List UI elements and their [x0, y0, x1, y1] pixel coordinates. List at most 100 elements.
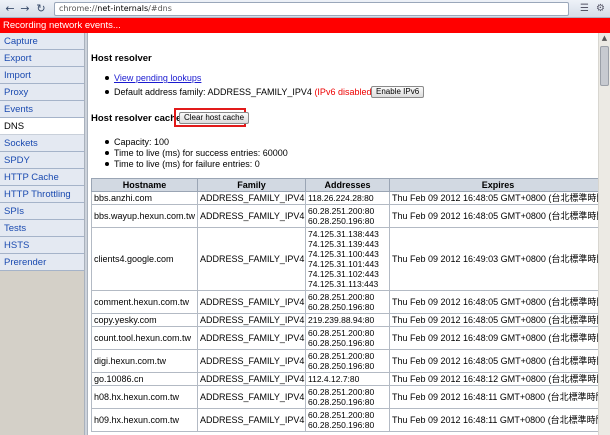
dns-panel: Host resolver View pending lookups Defau…: [88, 33, 610, 435]
pending-lookups-item: View pending lookups: [104, 73, 201, 83]
column-header-hostname: Hostname: [91, 178, 198, 192]
table-row: copy.yesky.com ADDRESS_FAMILY_IPV4 219.239…: [91, 313, 607, 327]
column-header-addresses: Addresses: [305, 178, 390, 192]
sidebar-item-events[interactable]: Events: [0, 101, 84, 118]
back-arrow-icon[interactable]: ←: [3, 2, 17, 16]
cell-addresses: 60.28.251.200:80 60.28.250.196:80: [305, 349, 390, 373]
ttl-failure-item: Time to live (ms) for failure entries: 0: [105, 159, 260, 169]
address-family-text: Default address family: ADDRESS_FAMILY_I…: [114, 87, 312, 97]
cell-expires: Thu Feb 09 2012 16:48:05 GMT+0800 (台北標準時…: [389, 191, 607, 205]
address-entry: 60.28.251.200:80: [308, 292, 375, 302]
forward-arrow-icon[interactable]: →: [18, 2, 32, 16]
sidebar-item-spdy[interactable]: SPDY: [0, 152, 84, 169]
table-header-row: Hostname Family Addresses Expires: [91, 178, 607, 192]
table-row: bbs.wayup.hexun.com.tw ADDRESS_FAMILY_IPV…: [91, 204, 607, 228]
cell-family: ADDRESS_FAMILY_IPV4: [197, 204, 306, 228]
clear-host-cache-button[interactable]: Clear host cache: [179, 112, 250, 124]
scrollbar-thumb[interactable]: [600, 46, 609, 86]
sidebar-item-dns[interactable]: DNS: [0, 118, 84, 135]
address-entry: 118.26.224.28:80: [308, 193, 374, 203]
cell-hostname: clients4.google.com: [91, 227, 198, 291]
cell-family: ADDRESS_FAMILY_IPV4: [197, 408, 306, 432]
host-resolver-cache-heading: Host resolver cache: [91, 113, 182, 124]
cell-addresses: 60.28.251.200:80 60.28.250.196:80: [305, 408, 390, 432]
cell-expires: Thu Feb 09 2012 16:48:05 GMT+0800 (台北標準時…: [389, 204, 607, 228]
table-row: digi.hexun.com.tw ADDRESS_FAMILY_IPV4 60.2…: [91, 349, 607, 373]
cell-family: ADDRESS_FAMILY_IPV4: [197, 385, 306, 409]
sidebar-item-http-cache[interactable]: HTTP Cache: [0, 169, 84, 186]
address-entry: 60.28.250.196:80: [308, 420, 375, 430]
cell-expires: Thu Feb 09 2012 16:48:05 GMT+0800 (台北標準時…: [389, 290, 607, 314]
wrench-icon[interactable]: ⚙: [594, 2, 607, 15]
sidebar-item-sockets[interactable]: Sockets: [0, 135, 84, 152]
sidebar-item-tests[interactable]: Tests: [0, 220, 84, 237]
sidebar-item-export[interactable]: Export: [0, 50, 84, 67]
address-entry: 74.125.31.100:443: [308, 249, 379, 259]
address-entry: 60.28.251.200:80: [308, 351, 375, 361]
table-row: count.tool.hexun.com.tw ADDRESS_FAMILY_IP…: [91, 326, 607, 350]
page-icon[interactable]: ☰: [578, 2, 591, 15]
cell-expires: Thu Feb 09 2012 16:48:11 GMT+0800 (台北標準時…: [389, 385, 607, 409]
cell-addresses: 74.125.31.138:443 74.125.31.139:443 74.125…: [305, 227, 390, 291]
ipv6-disabled-text: (IPv6 disabled): [314, 87, 375, 97]
address-entry: 74.125.31.113:443: [308, 279, 379, 289]
cell-expires: Thu Feb 09 2012 16:48:09 GMT+0800 (台北標準時…: [389, 326, 607, 350]
host-resolver-heading: Host resolver: [91, 53, 152, 64]
table-row: bbs.anzhi.com ADDRESS_FAMILY_IPV4 118.26.2…: [91, 191, 607, 205]
recording-banner: Recording network events...: [0, 18, 610, 33]
table-row: h08.hx.hexun.com.tw ADDRESS_FAMILY_IPV4 60…: [91, 385, 607, 409]
cell-expires: Thu Feb 09 2012 16:49:03 GMT+0800 (台北標準時…: [389, 227, 607, 291]
view-pending-lookups-link[interactable]: View pending lookups: [114, 73, 201, 83]
cell-family: ADDRESS_FAMILY_IPV4: [197, 290, 306, 314]
table-row: go.10086.cn ADDRESS_FAMILY_IPV4 112.4.12.7…: [91, 372, 607, 386]
cell-addresses: 60.28.251.200:80 60.28.250.196:80: [305, 326, 390, 350]
address-entry: 74.125.31.102:443: [308, 269, 379, 279]
address-entry: 74.125.31.101:443: [308, 259, 379, 269]
cell-addresses: 60.28.251.200:80 60.28.250.196:80: [305, 290, 390, 314]
cell-hostname: digi.hexun.com.tw: [91, 349, 198, 373]
url-text: chrome://net-internals/#dns: [59, 4, 172, 13]
cell-expires: Thu Feb 09 2012 16:48:05 GMT+0800 (台北標準時…: [389, 349, 607, 373]
sidebar-item-spis[interactable]: SPIs: [0, 203, 84, 220]
cell-family: ADDRESS_FAMILY_IPV4: [197, 326, 306, 350]
column-header-expires: Expires: [389, 178, 607, 192]
cell-family: ADDRESS_FAMILY_IPV4: [197, 313, 306, 327]
cell-addresses: 112.4.12.7:80: [305, 372, 390, 386]
cell-addresses: 118.26.224.28:80: [305, 191, 390, 205]
cell-hostname: bbs.anzhi.com: [91, 191, 198, 205]
address-entry: 60.28.250.196:80: [308, 216, 375, 226]
cell-expires: Thu Feb 09 2012 16:48:05 GMT+0800 (台北標準時…: [389, 313, 607, 327]
cell-addresses: 60.28.251.200:80 60.28.250.196:80: [305, 385, 390, 409]
cell-hostname: bbs.wayup.hexun.com.tw: [91, 204, 198, 228]
browser-toolbar: ← → ↻ chrome://net-internals/#dns ☰ ⚙: [0, 0, 610, 18]
cell-addresses: 219.239.88.94:80: [305, 313, 390, 327]
cell-expires: Thu Feb 09 2012 16:48:12 GMT+0800 (台北標準時…: [389, 372, 607, 386]
cell-family: ADDRESS_FAMILY_IPV4: [197, 372, 306, 386]
cell-hostname: h08.hx.hexun.com.tw: [91, 385, 198, 409]
address-entry: 112.4.12.7:80: [308, 374, 360, 384]
host-cache-table-body: bbs.anzhi.com ADDRESS_FAMILY_IPV4 118.26.2…: [91, 191, 607, 432]
reload-icon[interactable]: ↻: [34, 2, 48, 16]
sidebar-item-prerender[interactable]: Prerender: [0, 254, 84, 271]
address-bar[interactable]: chrome://net-internals/#dns: [54, 2, 569, 16]
cell-hostname: go.10086.cn: [91, 372, 198, 386]
sidebar-item-proxy[interactable]: Proxy: [0, 84, 84, 101]
address-family-item: Default address family: ADDRESS_FAMILY_I…: [104, 87, 375, 97]
address-entry: 219.239.88.94:80: [308, 315, 375, 325]
scroll-up-arrow-icon[interactable]: ▲: [599, 33, 610, 44]
address-entry: 74.125.31.139:443: [308, 239, 379, 249]
sidebar-item-import[interactable]: Import: [0, 67, 84, 84]
sidebar: Capture Export Import Proxy Events DNS S…: [0, 33, 84, 435]
capacity-item: Capacity: 100: [104, 137, 170, 147]
sidebar-item-hsts[interactable]: HSTS: [0, 237, 84, 254]
table-row: clients4.google.com ADDRESS_FAMILY_IPV4 74…: [91, 227, 607, 291]
column-header-family: Family: [197, 178, 306, 192]
sidebar-item-http-throttling[interactable]: HTTP Throttling: [0, 186, 84, 203]
page-scrollbar[interactable]: ▲: [598, 33, 610, 435]
sidebar-item-capture[interactable]: Capture: [0, 33, 84, 50]
address-entry: 60.28.250.196:80: [308, 361, 375, 371]
enable-ipv6-button[interactable]: Enable IPv6: [371, 86, 425, 98]
table-row: h09.hx.hexun.com.tw ADDRESS_FAMILY_IPV4 60…: [91, 408, 607, 432]
host-cache-table: Hostname Family Addresses Expires bbs.an…: [91, 178, 607, 432]
cell-hostname: comment.hexun.com.tw: [91, 290, 198, 314]
